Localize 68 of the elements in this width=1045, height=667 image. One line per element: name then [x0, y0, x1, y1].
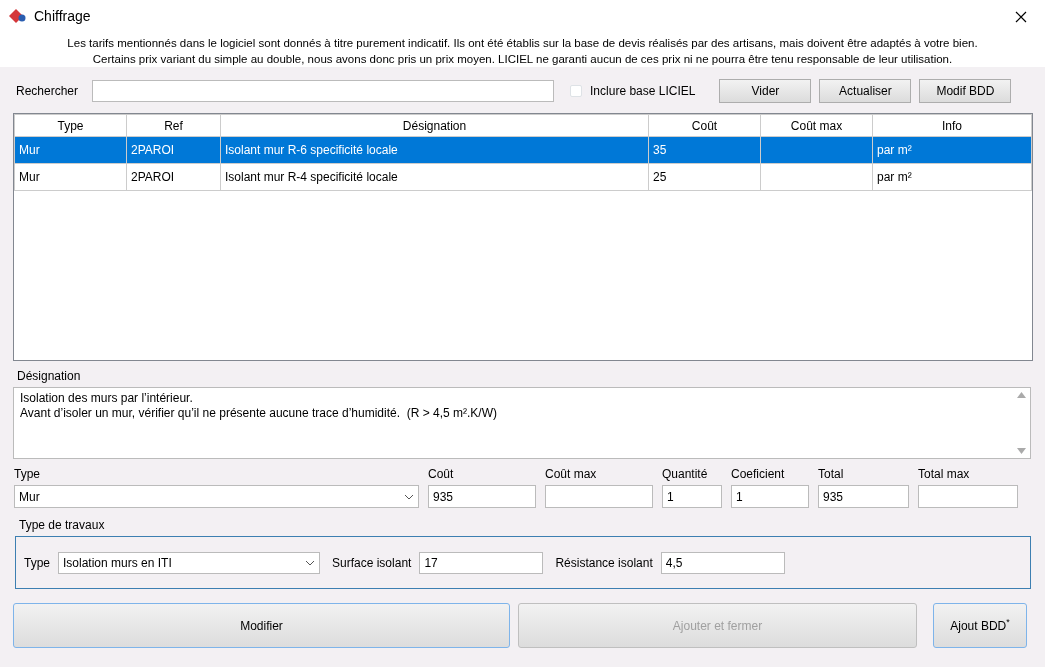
column-header: Désignation — [220, 114, 649, 137]
action-button[interactable]: Modifier — [13, 603, 510, 648]
input-field[interactable] — [918, 485, 1018, 508]
table-cell: par m² — [872, 136, 1032, 164]
field-value: 4,5 — [665, 554, 683, 572]
field-value: 935 — [433, 488, 454, 506]
field-value: 17 — [424, 554, 438, 572]
field-label: Type — [14, 466, 41, 483]
column-header: Ref — [126, 114, 221, 137]
table-row[interactable]: Mur 2PAROI Isolant mur R-6 specificité locale 35 par m² — [14, 136, 1032, 164]
scroll-up-icon[interactable] — [1016, 392, 1026, 398]
input-field[interactable]: 17 — [419, 551, 544, 574]
field-label: Coût max — [545, 466, 598, 483]
action-button[interactable]: Ajout BDD$^{*}$ — [933, 603, 1027, 648]
field-value: 1 — [667, 488, 674, 506]
field-label: Total max — [918, 466, 971, 483]
table-cell: 2PAROI — [126, 163, 221, 191]
column-header: Coût max — [760, 114, 873, 137]
input-field[interactable]: 1 — [731, 485, 809, 508]
table-row[interactable]: Mur 2PAROI Isolant mur R-4 specificité locale 25 par m² — [14, 163, 1032, 191]
designation-label: Désignation — [17, 368, 82, 385]
table-cell: par m² — [872, 163, 1032, 191]
field-value: 1 — [736, 488, 743, 506]
app-logo-icon — [8, 8, 28, 24]
column-header: Coût — [648, 114, 761, 137]
field-value: 935 — [823, 488, 844, 506]
designation-text: Isolation des murs par l’intérieur. Avant d’isoler un mur, vérifier qu’il ne présente aucune trace d’humidité. (R > 4,5 m².K/W) — [20, 391, 497, 421]
field-label: Résistance isolant — [555, 554, 653, 572]
dropdown[interactable]: Isolation murs en ITI — [58, 551, 320, 574]
column-header: Info — [872, 114, 1032, 137]
input-field[interactable]: 1 — [662, 485, 722, 508]
checkbox-label: Inclure base LICIEL — [590, 83, 696, 100]
dropdown[interactable]: Mur — [14, 485, 419, 508]
chevron-icon — [305, 559, 315, 566]
designation-field[interactable]: Isolation des murs par l’intérieur. Avant d’isoler un mur, vérifier qu’il ne présente aucune trace d’humidité. (R > 4,5 m².K/W) — [13, 387, 1031, 459]
input-field[interactable]: 935 — [818, 485, 909, 508]
notice-text: Les tarifs mentionnés dans le logiciel sont donnés à titre purement indicatif. Ils ont été établis sur la base de devis réalisés par des artisans, mais doivent être adaptés à votre bien. — [66, 36, 979, 51]
table-cell: Mur — [14, 136, 127, 164]
field-label: Total — [818, 466, 845, 483]
field-label: Type — [24, 554, 50, 572]
scroll-down-icon[interactable] — [1016, 448, 1026, 454]
table-cell: 2PAROI — [126, 136, 221, 164]
table-cell: Mur — [14, 163, 127, 191]
chevron-icon — [404, 493, 414, 500]
close-icon — [1015, 10, 1027, 23]
field-label: Quantité — [662, 466, 709, 483]
input-field[interactable] — [545, 485, 653, 508]
column-header: Type — [14, 114, 127, 137]
input-field[interactable]: 935 — [428, 485, 536, 508]
table-cell: Isolant mur R-4 specificité locale — [220, 163, 649, 191]
input-field[interactable]: 4,5 — [660, 551, 785, 574]
search-label: Rechercher — [16, 83, 79, 100]
toolbar-button[interactable]: Actualiser — [819, 79, 912, 103]
dropdown-value: Isolation murs en ITI — [63, 554, 172, 572]
window-title: Chiffrage — [34, 6, 91, 26]
field-label: Coût — [428, 466, 455, 483]
search-field[interactable] — [92, 80, 555, 102]
toolbar-button[interactable]: Modif BDD — [919, 79, 1012, 103]
field-label: Surface isolant — [332, 554, 412, 572]
group-label: Type de travaux — [19, 517, 106, 534]
notice-text: Certains prix variant du simple au double, nous avons donc pris un prix moyen. LICIEL ne garanti aucun de ces prix ni ne pourra être tenu responsable de leur utilisation. — [91, 52, 954, 67]
checkbox[interactable] — [570, 85, 583, 97]
table-cell: 25 — [648, 163, 761, 191]
dropdown-value: Mur — [19, 488, 40, 506]
toolbar-button[interactable]: Vider — [719, 79, 812, 103]
field-label: Coeficient — [731, 466, 786, 483]
table-cell: 35 — [648, 136, 761, 164]
table-cell: Isolant mur R-6 specificité locale — [220, 136, 649, 164]
